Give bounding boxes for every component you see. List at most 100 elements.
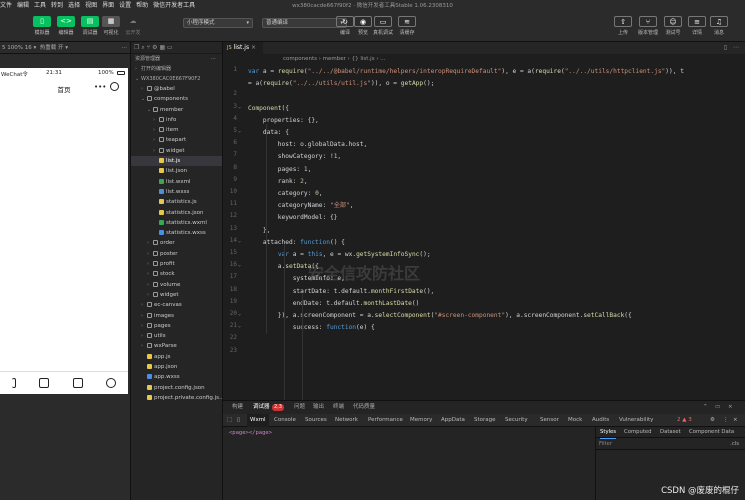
issue-counts[interactable]: 2 ▲ 3 bbox=[677, 414, 692, 427]
fold-chevron-icon[interactable]: ⌄ bbox=[238, 323, 241, 329]
tab-build[interactable]: 构建 bbox=[232, 401, 243, 414]
simulator-button[interactable]: ▯ 模拟器 bbox=[33, 16, 51, 36]
menu-item[interactable]: 界面 bbox=[102, 0, 114, 12]
folder-item[interactable]: ⌄ member bbox=[131, 105, 222, 115]
visual-button[interactable]: ▦ 可视化 bbox=[102, 16, 120, 36]
filter-input[interactable]: Filter .cls bbox=[596, 438, 745, 450]
version-button[interactable]: ⑂ 版本管理 bbox=[638, 16, 658, 36]
folder-item[interactable]: › order bbox=[131, 238, 222, 248]
extensions-icon[interactable]: ▦ bbox=[159, 44, 165, 51]
folder-item[interactable]: › volume bbox=[131, 280, 222, 290]
tab-list-js[interactable]: JS list.js × bbox=[223, 42, 263, 54]
file-item[interactable]: list.json bbox=[131, 166, 222, 176]
inspect-icon[interactable]: ⬚ bbox=[227, 414, 232, 427]
tab-sensor[interactable]: Sensor bbox=[540, 414, 559, 427]
project-root[interactable]: ⌄ WX380CAC0E667F90F2 bbox=[131, 74, 222, 84]
folder-item[interactable]: ⌄ components bbox=[131, 94, 222, 104]
preview-button[interactable]: ◉ 预览 bbox=[354, 16, 372, 36]
panel-icon[interactable]: ▭ bbox=[167, 44, 173, 51]
debug-icon[interactable]: ⚙ bbox=[152, 44, 157, 51]
more-icon[interactable]: ⋮ bbox=[723, 414, 729, 427]
tab-problems[interactable]: 问题 bbox=[294, 401, 305, 414]
folder-item[interactable]: › stock bbox=[131, 269, 222, 279]
more-dots-icon[interactable]: ••• bbox=[94, 83, 106, 91]
file-item[interactable]: list.js bbox=[131, 156, 222, 167]
menu-item[interactable]: 文件 bbox=[0, 0, 12, 12]
branch-icon[interactable]: ⑂ bbox=[147, 44, 151, 51]
menu-item[interactable]: 编辑 bbox=[17, 0, 29, 12]
tab-knowledge[interactable] bbox=[72, 377, 83, 389]
details-button[interactable]: ≡ 详情 bbox=[688, 16, 706, 36]
copy-icon[interactable]: ❐ bbox=[134, 44, 139, 51]
close-icon[interactable]: × bbox=[728, 401, 733, 414]
breadcrumb[interactable]: components › member › {} list.js › ... bbox=[223, 54, 745, 64]
code-area[interactable]: 安全信攻防社区 var a = require("../../@babel/ru… bbox=[248, 64, 745, 424]
menu-item[interactable]: 视图 bbox=[85, 0, 97, 12]
tab-computed[interactable]: Computed bbox=[624, 427, 652, 438]
tab-debugger[interactable]: 调试器 bbox=[253, 401, 270, 414]
folder-item[interactable]: › utils bbox=[131, 331, 222, 341]
open-editors-section[interactable]: › 打开的编辑器 bbox=[131, 64, 222, 74]
compile-button[interactable]: ↻ 编译 bbox=[336, 16, 354, 36]
tab-profile[interactable] bbox=[106, 377, 117, 389]
device-toggle-icon[interactable]: ▯ bbox=[237, 414, 240, 427]
tab-audits[interactable]: Audits bbox=[592, 414, 609, 427]
tab-mock[interactable]: Mock bbox=[568, 414, 582, 427]
clear-cache-button[interactable]: ≋ 清缓存 bbox=[398, 16, 416, 36]
tab-wxml[interactable]: Wxml bbox=[247, 414, 269, 427]
folder-item[interactable]: › poster bbox=[131, 249, 222, 259]
file-item[interactable]: statistics.wxss bbox=[131, 228, 222, 238]
menu-item[interactable]: 工具 bbox=[34, 0, 46, 12]
tab-dataset[interactable]: Dataset bbox=[660, 427, 681, 438]
folder-item[interactable]: › profit bbox=[131, 259, 222, 269]
fold-chevron-icon[interactable]: ⌄ bbox=[238, 311, 241, 317]
file-item[interactable]: statistics.json bbox=[131, 208, 222, 218]
hot-reload-toggle[interactable]: 热重载 开 ▾ bbox=[40, 45, 68, 51]
chevron-up-icon[interactable]: ⌃ bbox=[703, 401, 708, 414]
folder-item[interactable]: › images bbox=[131, 311, 222, 321]
folder-item[interactable]: › teapart bbox=[131, 135, 222, 145]
folder-item[interactable]: › ec-canvas bbox=[131, 300, 222, 310]
search-icon[interactable]: ⌕ bbox=[141, 44, 144, 51]
gear-icon[interactable]: ⚙ bbox=[710, 414, 715, 427]
file-item[interactable]: app.js bbox=[131, 352, 222, 362]
tab-component-data[interactable]: Component Data bbox=[689, 427, 734, 438]
tab-console[interactable]: Console bbox=[274, 414, 296, 427]
capsule-close-icon[interactable] bbox=[110, 82, 119, 91]
tab-home[interactable] bbox=[11, 377, 16, 389]
folder-item[interactable]: › widget bbox=[131, 290, 222, 300]
folder-item[interactable]: › item bbox=[131, 125, 222, 135]
cloud-dev-button[interactable]: ☁ 云开发 bbox=[124, 16, 142, 36]
folder-item[interactable]: › wxParse bbox=[131, 341, 222, 351]
split-editor-icon[interactable]: ▯ bbox=[724, 44, 727, 51]
tab-terminal[interactable]: 终端 bbox=[333, 401, 344, 414]
file-item[interactable]: list.wxml bbox=[131, 177, 222, 187]
menu-item[interactable]: 微信开发者工具 bbox=[153, 0, 195, 12]
editor-button[interactable]: <> 编辑器 bbox=[57, 16, 75, 36]
menu-item[interactable]: 选择 bbox=[68, 0, 80, 12]
folder-item[interactable]: › info bbox=[131, 115, 222, 125]
fold-chevron-icon[interactable]: ⌄ bbox=[238, 262, 241, 268]
debugger-button[interactable]: ▤ 调试器 bbox=[81, 16, 99, 36]
wxml-tree[interactable]: <page></page> bbox=[223, 427, 595, 500]
menu-item[interactable]: 转到 bbox=[51, 0, 63, 12]
cls-toggle[interactable]: .cls bbox=[730, 438, 739, 450]
file-item[interactable]: statistics.js bbox=[131, 197, 222, 207]
tab-performance[interactable]: Performance bbox=[368, 414, 403, 427]
tab-appdata[interactable]: AppData bbox=[441, 414, 465, 427]
file-item[interactable]: statistics.wxml bbox=[131, 218, 222, 228]
test-account-button[interactable]: ☺ 测试号 bbox=[664, 16, 682, 36]
folder-item[interactable]: › @babel bbox=[131, 84, 222, 94]
folder-item[interactable]: › widget bbox=[131, 146, 222, 156]
tab-code-quality[interactable]: 代码质量 bbox=[353, 401, 375, 414]
messages-button[interactable]: ♫ 消息 bbox=[710, 16, 728, 36]
more-icon[interactable]: ⋯ bbox=[122, 42, 128, 54]
device-select[interactable]: 5 100% 16 ▾ bbox=[2, 45, 36, 51]
upload-button[interactable]: ⇧ 上传 bbox=[614, 16, 632, 36]
close-icon[interactable]: × bbox=[251, 44, 256, 51]
menu-item[interactable]: 帮助 bbox=[136, 0, 148, 12]
more-icon[interactable]: ⋯ bbox=[733, 44, 739, 51]
file-item[interactable]: project.config.json bbox=[131, 383, 222, 393]
file-item[interactable]: app.json bbox=[131, 362, 222, 372]
tab-memory[interactable]: Memory bbox=[410, 414, 432, 427]
